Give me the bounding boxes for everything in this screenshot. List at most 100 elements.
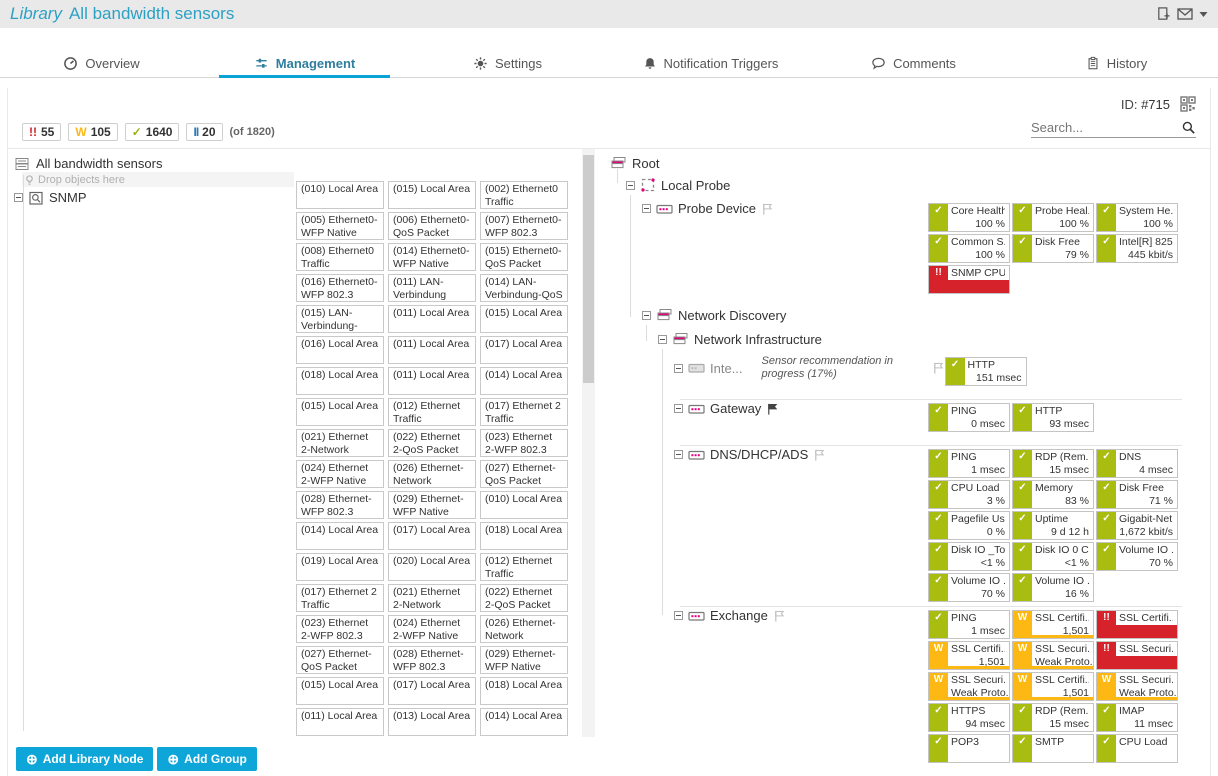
tab-management[interactable]: Management	[203, 50, 406, 77]
sensor-tile[interactable]: WSSL Certifi...1,501	[1012, 672, 1094, 701]
sensor-tile[interactable]: WSSL Securi...Weak Proto...	[1096, 672, 1178, 701]
library-sensor-tile[interactable]: (021) Ethernet 2-Network	[296, 429, 384, 457]
library-sensor-tile[interactable]: (015) Local Area	[388, 181, 476, 209]
library-sensor-tile[interactable]: (010) Local Area	[296, 181, 384, 209]
library-sensor-tile[interactable]: (017) Local Area	[480, 336, 568, 364]
library-sensor-tile[interactable]: (018) Local Area	[480, 522, 568, 550]
email-icon[interactable]	[1177, 7, 1193, 21]
sensor-tile[interactable]: ✓CPU Load	[1096, 734, 1178, 763]
library-sensor-tile[interactable]: (011) LAN-Verbindung	[388, 274, 476, 302]
library-sensor-tile[interactable]: (029) Ethernet-WFP Native	[480, 646, 568, 674]
tab-history[interactable]: History	[1015, 50, 1218, 77]
add-group-button[interactable]: ⊕ Add Group	[157, 747, 256, 771]
library-sensor-tile[interactable]: (007) Ethernet0-WFP 802.3	[480, 212, 568, 240]
library-sensor-tile[interactable]: (015) Ethernet0-QoS Packet	[480, 243, 568, 271]
sensor-tile[interactable]: WSSL Securi...Weak Proto...	[928, 672, 1010, 701]
library-sensor-tile[interactable]: (019) Local Area	[296, 553, 384, 581]
library-sensor-tile[interactable]: (011) Local Area	[388, 336, 476, 364]
library-sensor-tile[interactable]: (014) Local Area	[296, 522, 384, 550]
sensor-tile[interactable]: ✓DNS4 msec	[1096, 449, 1178, 478]
library-sensor-tile[interactable]: (017) Ethernet 2 Traffic	[480, 398, 568, 426]
flag-outline-icon[interactable]	[761, 202, 774, 216]
library-sensor-tile[interactable]: (020) Local Area	[388, 553, 476, 581]
library-sensor-tile[interactable]: (013) Local Area	[388, 708, 476, 736]
sensor-tile[interactable]: ✓HTTP93 msec	[1012, 403, 1094, 432]
library-sensor-tile[interactable]: (014) LAN-Verbindung-QoS	[480, 274, 568, 302]
tab-comments[interactable]: Comments	[812, 50, 1015, 77]
library-sensor-tile[interactable]: (015) Local Area	[296, 398, 384, 426]
sensor-tile[interactable]: ✓Pagefile Us...0 %	[928, 511, 1010, 540]
sensor-tile[interactable]: ✓System He...100 %	[1096, 203, 1178, 232]
scrollbar-track[interactable]	[582, 149, 595, 737]
search-icon[interactable]	[1181, 120, 1196, 135]
collapse-toggle[interactable]	[14, 193, 23, 202]
sensor-tile[interactable]: ✓Disk Free71 %	[1096, 480, 1178, 509]
library-sensor-tile[interactable]: (017) Local Area	[388, 522, 476, 550]
sensor-tile[interactable]: ✓Volume IO ...70 %	[928, 573, 1010, 602]
caret-down-icon[interactable]	[1199, 11, 1208, 18]
tree-node-gateway[interactable]: Gateway	[610, 399, 779, 416]
library-sensor-tile[interactable]: (028) Ethernet-WFP 802.3	[296, 491, 384, 519]
flag-outline-icon[interactable]	[813, 448, 826, 462]
library-sensor-tile[interactable]: (014) Local Area	[480, 708, 568, 736]
collapse-toggle[interactable]	[674, 404, 683, 413]
library-sensor-tile[interactable]: (011) Local Area	[296, 708, 384, 736]
library-sensor-tile[interactable]: (016) Ethernet0-WFP 802.3	[296, 274, 384, 302]
tree-node-root[interactable]: Root	[610, 153, 659, 171]
sensor-tile[interactable]: ✓Disk Free79 %	[1012, 234, 1094, 263]
sensor-tile[interactable]: ✓POP3	[928, 734, 1010, 763]
sensor-tile[interactable]: ✓RDP (Rem...15 msec	[1012, 703, 1094, 732]
sensor-tile[interactable]: ✓Volume IO ...16 %	[1012, 573, 1094, 602]
sensor-tile[interactable]: ✓IMAP11 msec	[1096, 703, 1178, 732]
tree-node-probe-device[interactable]: Probe Device	[610, 199, 774, 216]
collapse-toggle[interactable]	[642, 311, 651, 320]
drop-target[interactable]: Drop objects here	[22, 172, 294, 187]
sensor-tile[interactable]: ✓RDP (Rem...15 msec	[1012, 449, 1094, 478]
sensor-tile[interactable]: !!SSL Certifi...	[1096, 610, 1178, 639]
library-sensor-tile[interactable]: (017) Ethernet 2 Traffic	[296, 584, 384, 612]
sensor-tile[interactable]: WSSL Certifi...1,501	[1012, 610, 1094, 639]
collapse-toggle[interactable]	[642, 204, 651, 213]
library-sensor-tile[interactable]: (016) Local Area	[296, 336, 384, 364]
library-sensor-tile[interactable]: (011) Local Area	[388, 305, 476, 333]
qr-code-icon[interactable]	[1180, 96, 1196, 112]
library-sensor-tile[interactable]: (024) Ethernet 2-WFP Native	[388, 615, 476, 643]
status-badge-ok[interactable]: ✓1640	[125, 123, 180, 141]
sensor-tile[interactable]: ✓Probe Heal...100 %	[1012, 203, 1094, 232]
library-sensor-tile[interactable]: (015) Local Area	[480, 305, 568, 333]
sensor-tile[interactable]: ✓Uptime9 d 12 h	[1012, 511, 1094, 540]
sensor-tile[interactable]: ✓Memory83 %	[1012, 480, 1094, 509]
library-sensor-tile[interactable]: (014) Ethernet0-WFP Native	[388, 243, 476, 271]
collapse-toggle[interactable]	[626, 181, 635, 190]
flag-outline-icon[interactable]	[932, 361, 945, 375]
library-sensor-tile[interactable]: (002) Ethernet0 Traffic	[480, 181, 568, 209]
tree-node-network-discovery[interactable]: Network Discovery	[610, 305, 786, 323]
add-report-icon[interactable]	[1156, 6, 1171, 22]
tab-settings[interactable]: Settings	[406, 50, 609, 77]
tree-node-dns-dhcp-ads[interactable]: DNS/DHCP/ADS	[610, 445, 826, 462]
library-sensor-tile[interactable]: (012) Ethernet Traffic	[388, 398, 476, 426]
sensor-tile[interactable]: ✓Volume IO ...70 %	[1096, 542, 1178, 571]
sensor-tile[interactable]: ✓HTTP151 msec	[945, 357, 1027, 386]
library-sensor-tile[interactable]: (018) Local Area	[480, 677, 568, 705]
library-sensor-tile[interactable]: (023) Ethernet 2-WFP 802.3	[480, 429, 568, 457]
library-sensor-tile[interactable]: (015) LAN-Verbindung-	[296, 305, 384, 333]
library-sensor-tile[interactable]: (022) Ethernet 2-QoS Packet	[388, 429, 476, 457]
flag-outline-icon[interactable]	[773, 609, 786, 623]
library-sensor-tile[interactable]: (012) Ethernet Traffic	[480, 553, 568, 581]
library-sensor-tile[interactable]: (018) Local Area	[296, 367, 384, 395]
library-sensor-tile[interactable]: (005) Ethernet0-WFP Native	[296, 212, 384, 240]
library-sensor-tile[interactable]: (022) Ethernet 2-QoS Packet	[480, 584, 568, 612]
breadcrumb[interactable]: Library	[10, 4, 62, 24]
collapse-toggle[interactable]	[674, 611, 683, 620]
collapse-toggle[interactable]	[658, 335, 667, 344]
sensor-tile[interactable]: ✓PING1 msec	[928, 449, 1010, 478]
tree-node-network-infrastructure[interactable]: Network Infrastructure	[610, 329, 822, 347]
tree-node-local-probe[interactable]: Local Probe	[610, 175, 730, 193]
library-sensor-tile[interactable]: (024) Ethernet 2-WFP Native	[296, 460, 384, 488]
library-sensor-tile[interactable]: (014) Local Area	[480, 367, 568, 395]
sensor-tile[interactable]: ✓Disk IO _To...<1 %	[928, 542, 1010, 571]
sensor-tile[interactable]: !!SNMP CPU...	[928, 265, 1010, 294]
sensor-tile[interactable]: ✓HTTPS94 msec	[928, 703, 1010, 732]
sensor-tile[interactable]: ✓Gigabit-Net...1,672 kbit/s	[1096, 511, 1178, 540]
